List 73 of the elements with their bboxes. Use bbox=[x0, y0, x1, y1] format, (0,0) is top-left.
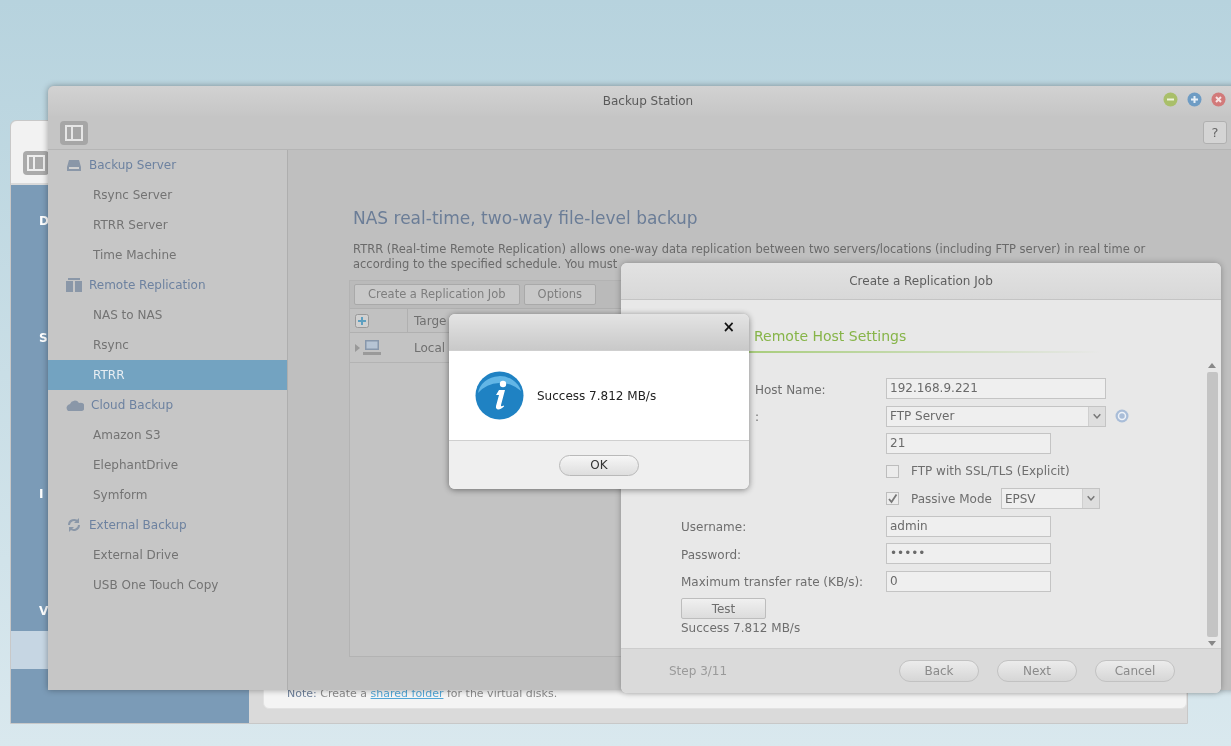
sidebar-heading: S bbox=[39, 330, 48, 347]
input-field[interactable]: 0 bbox=[886, 570, 1051, 592]
sidebar-item[interactable]: Time Machine bbox=[48, 240, 287, 270]
expand-arrow-icon[interactable] bbox=[355, 343, 360, 352]
computer-icon bbox=[363, 339, 381, 356]
window-title: Backup Station bbox=[602, 93, 694, 110]
field-label: Password: bbox=[681, 547, 742, 562]
add-icon[interactable] bbox=[355, 313, 369, 328]
wizard-button[interactable]: Back bbox=[899, 660, 979, 682]
sidebar-toggle-icon[interactable] bbox=[23, 151, 49, 175]
sidebar-group-label: Cloud Backup bbox=[91, 397, 174, 414]
maximize-icon[interactable] bbox=[1187, 92, 1202, 107]
chevron-down-icon bbox=[1081, 489, 1099, 509]
drive-icon bbox=[66, 158, 82, 172]
field-label: Username: bbox=[681, 520, 747, 535]
chevron-down-icon bbox=[1088, 406, 1105, 426]
toolbar-button[interactable]: Options bbox=[523, 284, 596, 305]
column-header: Targe bbox=[413, 312, 447, 330]
sidebar-heading: D bbox=[39, 213, 49, 230]
sidebar-item[interactable]: ElephantDrive bbox=[48, 450, 287, 480]
sidebar-item[interactable]: Symform bbox=[48, 480, 287, 510]
scrollbar[interactable] bbox=[1205, 362, 1219, 647]
description-text: according to the specified schedule. You must bbox=[353, 257, 619, 272]
description-text: RTRR (Real-time Remote Replication) allows one-way data replication between two servers/locations (including FTP server) in real time or bbox=[353, 242, 1146, 257]
checkbox-label: Passive Mode bbox=[911, 490, 992, 508]
field-label: : bbox=[755, 410, 760, 425]
page-heading: NAS real-time, two-way file-level backup bbox=[353, 207, 698, 230]
field-label: Maximum transfer rate (KB/s): bbox=[681, 575, 864, 590]
input-field[interactable]: 192.168.9.221 bbox=[886, 378, 1106, 400]
servers-icon bbox=[66, 278, 82, 292]
sidebar-group-label: Remote Replication bbox=[89, 277, 206, 294]
input-field[interactable]: ••••• bbox=[886, 543, 1051, 565]
dropdown[interactable]: EPSV bbox=[1000, 488, 1100, 510]
sidebar-item[interactable]: Amazon S3 bbox=[48, 420, 287, 450]
checkbox-label: FTP with SSL/TLS (Explicit) bbox=[911, 463, 1070, 481]
close-icon[interactable] bbox=[1211, 92, 1226, 107]
ok-button[interactable]: OK bbox=[559, 454, 639, 476]
sidebar-group-label: External Backup bbox=[89, 517, 187, 534]
info-icon bbox=[475, 371, 524, 420]
dropdown[interactable]: FTP Server bbox=[886, 405, 1106, 427]
input-field[interactable]: 21 bbox=[886, 433, 1051, 455]
minimize-icon[interactable] bbox=[1163, 92, 1178, 107]
sidebar-item[interactable]: RTRR Server bbox=[48, 210, 287, 240]
cloud-icon bbox=[66, 399, 84, 411]
help-icon[interactable] bbox=[1115, 409, 1129, 424]
sidebar-item[interactable]: Rsync Server bbox=[48, 180, 287, 210]
table-cell-text: Local bbox=[413, 339, 446, 357]
step-indicator: Step 3/11 bbox=[669, 663, 729, 680]
sidebar-heading: V bbox=[39, 603, 49, 620]
sidebar-item[interactable]: External Drive bbox=[48, 540, 287, 570]
sidebar-heading: I bbox=[39, 486, 44, 503]
scroll-up-icon[interactable] bbox=[1208, 362, 1216, 368]
sidebar-group-label: Backup Server bbox=[89, 157, 177, 174]
sidebar-item[interactable]: NAS to NAS bbox=[48, 300, 287, 330]
input-field[interactable]: admin bbox=[886, 515, 1051, 537]
help-button[interactable]: ? bbox=[1203, 121, 1227, 144]
message-text: Success 7.812 MB/s bbox=[537, 387, 657, 405]
checkbox[interactable] bbox=[886, 492, 899, 506]
sidebar-item[interactable]: Rsync bbox=[48, 330, 287, 360]
wizard-button[interactable]: Cancel bbox=[1095, 660, 1175, 682]
wizard-button[interactable]: Next bbox=[997, 660, 1077, 682]
sidebar-item[interactable]: USB One Touch Copy bbox=[48, 570, 287, 600]
section-heading: Remote Host Settings bbox=[754, 327, 907, 346]
field-label: Host Name: bbox=[755, 382, 826, 397]
test-button[interactable]: Test bbox=[681, 598, 766, 619]
toolbar-button[interactable]: Create a Replication Job bbox=[354, 284, 520, 305]
sidebar-item[interactable]: RTRR bbox=[48, 360, 287, 390]
checkbox[interactable] bbox=[886, 464, 899, 478]
sidebar-toggle-icon[interactable] bbox=[60, 120, 88, 145]
test-result: Success 7.812 MB/s bbox=[681, 620, 802, 637]
sync-icon bbox=[66, 517, 82, 533]
close-button[interactable]: × bbox=[722, 317, 735, 337]
dialog-title: Create a Replication Job bbox=[849, 273, 993, 290]
